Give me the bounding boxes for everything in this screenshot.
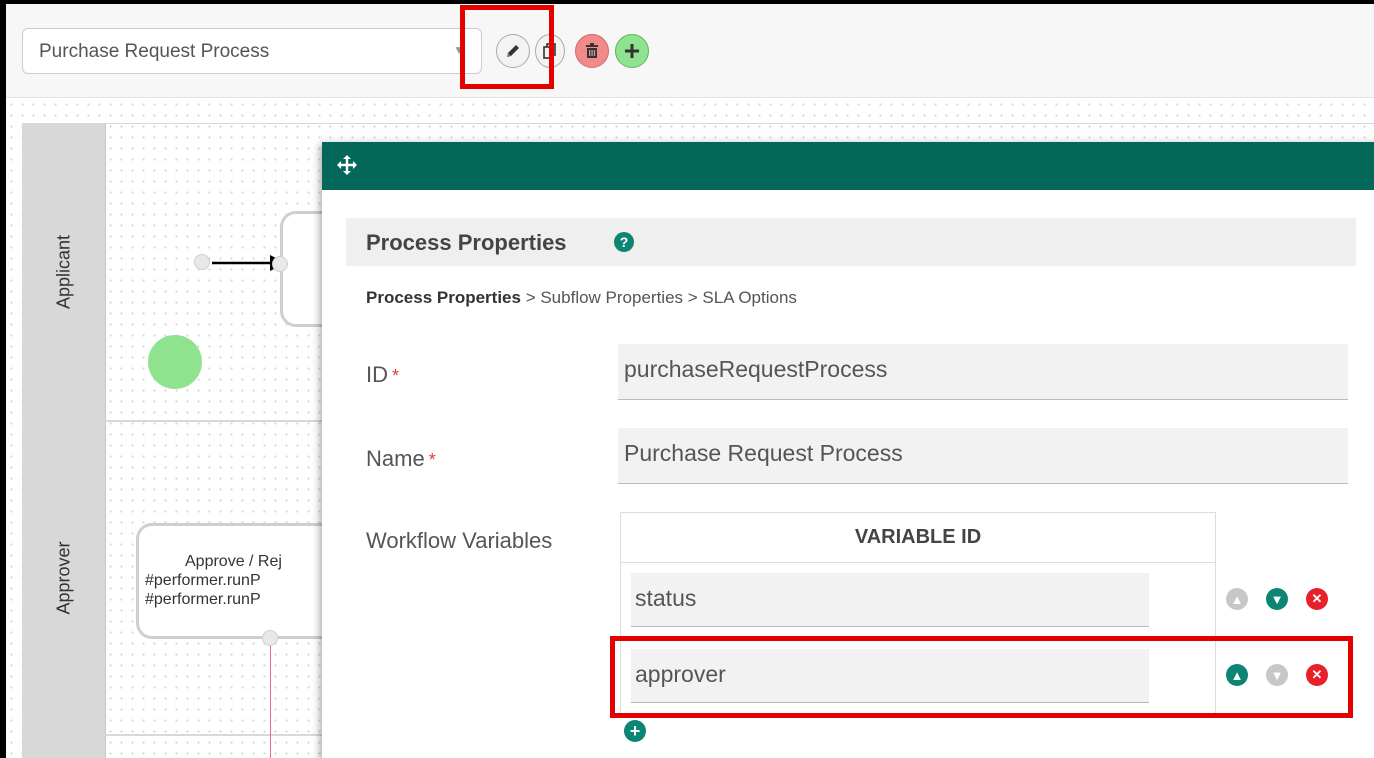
variable-id-input[interactable]: status <box>631 573 1149 627</box>
variable-id-input[interactable]: approver <box>631 649 1149 703</box>
start-node-port[interactable] <box>194 254 210 270</box>
copy-process-button[interactable] <box>535 34 565 68</box>
move-up-icon[interactable]: ▲ <box>1226 588 1248 610</box>
dialog-title-bar[interactable] <box>322 142 1374 190</box>
lane-header-applicant[interactable]: Applicant <box>22 124 106 420</box>
variable-id-column-header: VARIABLE ID <box>621 513 1215 563</box>
transition-line <box>270 646 271 758</box>
breadcrumb-item-process-properties[interactable]: Process Properties <box>366 288 521 307</box>
id-field[interactable]: purchaseRequestProcess <box>618 344 1348 400</box>
remove-row-icon[interactable]: ✕ <box>1306 664 1328 686</box>
process-select-value: Purchase Request Process <box>39 41 270 62</box>
section-title: Process Properties <box>366 230 567 255</box>
name-label-text: Name <box>366 446 425 471</box>
id-label-text: ID <box>366 362 388 387</box>
breadcrumb: Process Properties > Subflow Properties … <box>366 288 797 308</box>
lane-label: Applicant <box>53 234 73 310</box>
breadcrumb-item-sla-options[interactable]: SLA Options <box>702 288 797 307</box>
lane-label: Approver <box>53 541 73 615</box>
move-down-icon[interactable]: ▼ <box>1266 588 1288 610</box>
trash-icon <box>586 43 598 58</box>
process-select[interactable]: Purchase Request Process ▼ <box>22 28 482 74</box>
remove-row-icon[interactable]: ✕ <box>1306 588 1328 610</box>
move-icon[interactable] <box>336 154 358 176</box>
pencil-icon <box>507 45 519 57</box>
app-frame: Purchase Request Process ▼ Applicant App… <box>6 4 1374 758</box>
delete-process-button[interactable] <box>575 34 609 68</box>
toolbar: Purchase Request Process ▼ <box>6 4 1374 98</box>
edit-process-button[interactable] <box>496 34 530 68</box>
activity-port[interactable] <box>272 256 288 272</box>
copy-icon <box>543 43 556 59</box>
breadcrumb-item-subflow-properties[interactable]: Subflow Properties <box>540 288 683 307</box>
activity-port[interactable] <box>262 630 278 646</box>
section-header: Process Properties ? <box>346 218 1356 266</box>
required-marker: * <box>428 450 436 470</box>
table-row: approver <box>621 639 1215 715</box>
breadcrumb-separator: > <box>683 288 703 307</box>
add-variable-button[interactable]: + <box>624 720 646 742</box>
plus-icon <box>625 44 639 58</box>
required-marker: * <box>392 366 400 386</box>
table-row: status <box>621 563 1215 639</box>
name-label: Name * <box>366 446 436 472</box>
help-icon[interactable]: ? <box>614 232 634 252</box>
id-label: ID * <box>366 362 399 388</box>
breadcrumb-separator: > <box>520 288 541 307</box>
move-down-icon[interactable]: ▼ <box>1266 664 1288 686</box>
workflow-variables-table: VARIABLE ID status approver <box>620 512 1216 716</box>
start-node[interactable] <box>148 335 202 389</box>
process-properties-dialog: Process Properties ? Process Properties … <box>322 142 1374 758</box>
workflow-variables-label: Workflow Variables <box>366 528 553 553</box>
lane-header-approver[interactable]: Approver <box>22 422 106 734</box>
lane-header-next[interactable] <box>22 736 106 758</box>
add-process-button[interactable] <box>615 34 649 68</box>
move-up-icon[interactable]: ▲ <box>1226 664 1248 686</box>
chevron-down-icon: ▼ <box>453 43 465 57</box>
name-field[interactable]: Purchase Request Process <box>618 428 1348 484</box>
